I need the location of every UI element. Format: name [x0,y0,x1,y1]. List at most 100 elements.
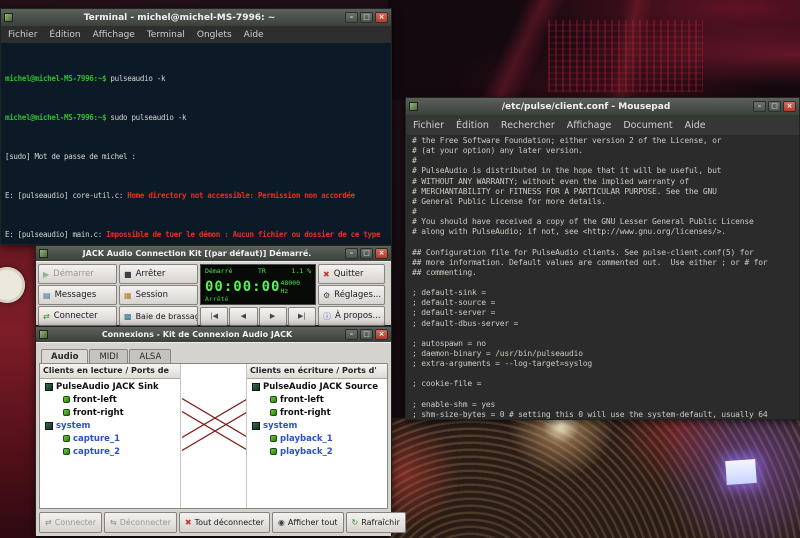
editor-line: # the Free Software Foundation; either v… [412,136,793,146]
client-system-capture[interactable]: system [40,419,180,432]
settings-button[interactable]: ⚙ Réglages... [318,285,385,305]
sample-rate: 48000 Hz [280,279,311,295]
terminal-titlebar[interactable]: Terminal - michel@michel-MS-7996: ~ – □ … [1,9,391,26]
command-text: sudo pulseaudio -k [106,113,186,122]
editor-line: # You should have received a copy of the… [412,217,793,227]
transport-time: 00:00:00 [205,280,280,295]
port-front-right-in[interactable]: front-right [247,406,387,419]
server-state: Démarré [205,267,232,275]
tab-midi[interactable]: MIDI [89,349,128,363]
refresh-label: Rafraîchir [361,518,400,527]
connections-button-row: ⇄ Connecter ⇆ Déconnecter ✖ Tout déconne… [39,512,388,533]
readable-clients-header[interactable]: Clients en lecture / Ports de [40,364,180,379]
maximize-button[interactable]: □ [360,329,373,340]
editor-line: ## Configuration file for PulseAudio cli… [412,248,793,258]
menu-onglets[interactable]: Onglets [197,30,232,40]
port-capture-2[interactable]: capture_2 [40,445,180,458]
menu-document[interactable]: Document [623,120,672,131]
port-front-right-out[interactable]: front-right [40,406,180,419]
play-transport-button[interactable]: ▶ [259,307,287,326]
menu-aide[interactable]: Aide [685,120,706,131]
maximize-button[interactable]: □ [360,248,373,259]
terminal-line: [sudo] Mot de passe de michel : [5,150,387,163]
patchbay-button[interactable]: ▩ Baie de brassage [119,306,198,326]
maximize-button[interactable]: □ [360,12,373,23]
transport-mode: TR [258,267,266,275]
close-button[interactable]: × [783,101,796,112]
show-all-button[interactable]: ◉ Afficher tout [272,512,344,533]
editor-line: ; default-sink = [412,288,793,298]
readable-clients-tree: PulseAudio JACK Sink front-left front-ri… [40,379,180,458]
menu-fichier[interactable]: Fichier [8,30,37,40]
editor-line: # along with PulseAudio; if not, see <ht… [412,227,793,237]
close-button[interactable]: × [375,12,388,23]
menu-affichage[interactable]: Affichage [93,30,135,40]
writable-clients-panel: Clients en écriture / Ports d' PulseAudi… [246,364,387,508]
port-capture-1[interactable]: capture_1 [40,432,180,445]
editor-line: ; default-server = [412,308,793,318]
writable-clients-header[interactable]: Clients en écriture / Ports d' [247,364,387,379]
qjackctl-titlebar[interactable]: JACK Audio Connection Kit [(par défaut)]… [36,246,391,261]
editor-line [412,329,793,339]
shell-prompt: michel@michel-MS-7996:~$ [5,113,106,122]
port-front-left-in[interactable]: front-left [247,393,387,406]
connections-app-icon [39,330,48,339]
menu-terminal[interactable]: Terminal [147,30,185,40]
stop-button[interactable]: ■ Arrêter [119,264,198,284]
disconnect-all-button[interactable]: ✖ Tout déconnecter [179,512,270,533]
connections-title: Connexions - Kit de Connexion Audio JACK [52,330,342,339]
port-playback-2[interactable]: playback_2 [247,445,387,458]
editor-line: # PulseAudio is distributed in the hope … [412,166,793,176]
info-icon: ⓘ [323,311,331,322]
disconnect-button[interactable]: ⇆ Déconnecter [104,512,177,533]
editor-textarea[interactable]: # the Free Software Foundation; either v… [406,135,799,419]
refresh-button[interactable]: ↻ Rafraîchir [346,512,406,533]
backward-button[interactable]: ◀ [229,307,257,326]
close-button[interactable]: × [375,248,388,259]
editor-line [412,237,793,247]
session-button[interactable]: ▦ Session [119,285,198,305]
audio-jack-icon [270,409,277,416]
tab-alsa[interactable]: ALSA [129,349,171,363]
mousepad-titlebar[interactable]: /etc/pulse/client.conf - Mousepad – □ × [406,98,799,115]
connect-button[interactable]: ⇄ Connecter [39,512,102,533]
forward-button[interactable]: ▶| [288,307,316,326]
terminal-output[interactable]: michel@michel-MS-7996:~$ pulseaudio -k m… [1,43,391,244]
connections-button[interactable]: ⇄ Connecter [38,306,117,326]
port-playback-1[interactable]: playback_1 [247,432,387,445]
client-pulseaudio-jack-source[interactable]: PulseAudio JACK Source [247,380,387,393]
minimize-button[interactable]: – [345,248,358,259]
window-controls: – □ × [345,12,388,23]
quit-button[interactable]: ✖ Quitter [318,264,385,284]
tab-audio[interactable]: Audio [41,349,88,364]
menu-edition[interactable]: Édition [456,120,489,131]
client-pulseaudio-jack-sink[interactable]: PulseAudio JACK Sink [40,380,180,393]
qjackctl-body: ▶ Démarrer ■ Arrêter ✖ Quitter ▤ Message… [36,261,391,325]
start-button[interactable]: ▶ Démarrer [38,264,117,284]
minimize-button[interactable]: – [753,101,766,112]
rewind-button[interactable]: |◀ [200,307,228,326]
port-front-left-out[interactable]: front-left [40,393,180,406]
window-controls: – □ × [345,248,388,259]
client-system-playback[interactable]: system [247,419,387,432]
menu-affichage[interactable]: Affichage [567,120,612,131]
messages-button[interactable]: ▤ Messages [38,285,117,305]
maximize-button[interactable]: □ [768,101,781,112]
minimize-button[interactable]: – [345,12,358,23]
window-controls: – □ × [753,101,796,112]
disconnect-icon: ⇆ [110,518,117,527]
connection-lines [182,379,248,509]
about-button[interactable]: ⓘ À propos... [318,306,385,326]
menu-rechercher[interactable]: Rechercher [501,120,555,131]
menu-fichier[interactable]: Fichier [413,120,444,131]
menu-edition[interactable]: Édition [49,30,80,40]
minimize-button[interactable]: – [345,329,358,340]
connections-titlebar[interactable]: Connexions - Kit de Connexion Audio JACK… [36,327,391,342]
editor-line: ; daemon-binary = /usr/bin/pulseaudio [412,349,793,359]
transport-state: Arrêté [205,295,228,303]
close-button[interactable]: × [375,329,388,340]
qjackctl-app-icon [39,249,48,258]
window-controls: – □ × [345,329,388,340]
menu-aide[interactable]: Aide [244,30,264,40]
client-label: PulseAudio JACK Sink [56,382,159,392]
